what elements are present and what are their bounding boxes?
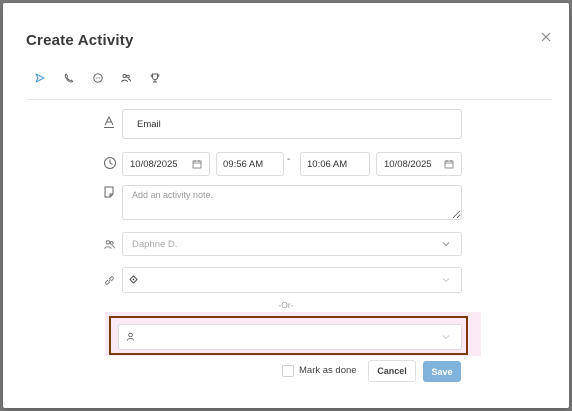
end-date-field[interactable]: 10/08/2025 <box>376 152 462 176</box>
mark-as-done-checkbox[interactable] <box>282 365 294 377</box>
chat-bubble-icon[interactable] <box>89 69 107 87</box>
chevron-down-icon <box>442 242 450 247</box>
trophy-icon[interactable] <box>146 69 164 87</box>
assignee-select[interactable]: Daphne D. <box>122 232 462 256</box>
text-format-icon <box>101 114 117 130</box>
note-icon <box>101 184 117 200</box>
people-icon[interactable] <box>117 69 135 87</box>
cancel-button[interactable]: Cancel <box>368 360 416 382</box>
start-date-field[interactable]: 10/08/2025 <box>122 152 210 176</box>
save-button[interactable]: Save <box>423 361 461 382</box>
end-time-field[interactable]: 10:06 AM <box>300 152 370 176</box>
link-icon <box>101 272 117 288</box>
assignee-people-icon <box>101 236 117 252</box>
mark-as-done-label: Mark as done <box>299 365 357 376</box>
highlight-box <box>109 316 468 355</box>
phone-icon[interactable] <box>60 69 78 87</box>
send-icon[interactable] <box>31 69 49 87</box>
time-separator: - <box>287 154 291 165</box>
target-icon <box>129 275 138 285</box>
chevron-down-icon <box>442 278 450 283</box>
calendar-icon <box>444 160 454 169</box>
or-separator: -Or- <box>278 300 294 310</box>
close-icon[interactable] <box>538 29 554 45</box>
activity-note-textarea[interactable] <box>122 185 462 220</box>
dialog-title: Create Activity <box>26 32 134 49</box>
tabs-divider <box>26 99 552 100</box>
clock-icon <box>102 155 118 171</box>
related-record-select[interactable] <box>122 267 462 293</box>
calendar-icon <box>192 160 202 169</box>
start-time-field[interactable]: 09:56 AM <box>216 152 284 176</box>
activity-title-input[interactable]: Email <box>122 109 462 139</box>
